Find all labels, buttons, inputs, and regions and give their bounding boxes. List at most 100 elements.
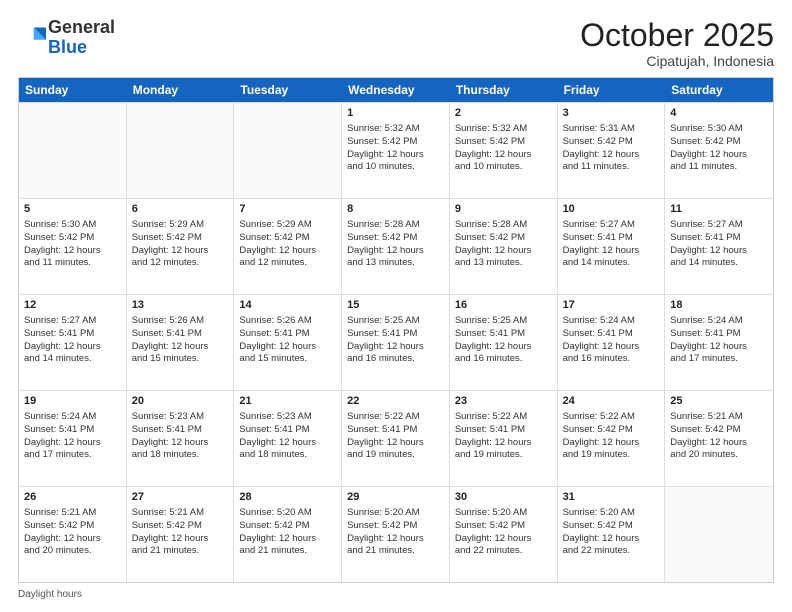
day-cell-14: 14Sunrise: 5:26 AMSunset: 5:41 PMDayligh…	[234, 295, 342, 390]
day-info-line: Daylight: 12 hours	[670, 341, 768, 354]
day-info-line: Sunrise: 5:20 AM	[239, 507, 336, 520]
day-info-line: Sunrise: 5:29 AM	[239, 219, 336, 232]
day-info-line: Sunrise: 5:26 AM	[239, 315, 336, 328]
day-info-line: Daylight: 12 hours	[455, 245, 552, 258]
header-day-tuesday: Tuesday	[234, 78, 342, 102]
day-number: 25	[670, 394, 768, 409]
day-info-line: and 21 minutes.	[347, 545, 444, 558]
day-cell-16: 16Sunrise: 5:25 AMSunset: 5:41 PMDayligh…	[450, 295, 558, 390]
day-info-line: Daylight: 12 hours	[563, 437, 660, 450]
day-cell-21: 21Sunrise: 5:23 AMSunset: 5:41 PMDayligh…	[234, 391, 342, 486]
day-info-line: Sunset: 5:42 PM	[239, 232, 336, 245]
day-number: 14	[239, 298, 336, 313]
day-info-line: Sunrise: 5:32 AM	[347, 123, 444, 136]
day-cell-17: 17Sunrise: 5:24 AMSunset: 5:41 PMDayligh…	[558, 295, 666, 390]
day-number: 6	[132, 202, 229, 217]
day-info-line: and 22 minutes.	[563, 545, 660, 558]
day-info-line: Sunset: 5:41 PM	[455, 424, 552, 437]
day-info-line: Sunrise: 5:24 AM	[670, 315, 768, 328]
day-number: 19	[24, 394, 121, 409]
day-cell-29: 29Sunrise: 5:20 AMSunset: 5:42 PMDayligh…	[342, 487, 450, 582]
day-cell-20: 20Sunrise: 5:23 AMSunset: 5:41 PMDayligh…	[127, 391, 235, 486]
day-info-line: Sunrise: 5:21 AM	[132, 507, 229, 520]
day-info-line: and 14 minutes.	[563, 257, 660, 270]
day-info-line: Daylight: 12 hours	[563, 245, 660, 258]
day-info-line: Sunrise: 5:25 AM	[455, 315, 552, 328]
day-info-line: Daylight: 12 hours	[347, 245, 444, 258]
day-number: 2	[455, 106, 552, 121]
day-info-line: Sunset: 5:42 PM	[455, 136, 552, 149]
day-number: 4	[670, 106, 768, 121]
day-cell-empty-0-0	[19, 103, 127, 198]
calendar-row-2: 12Sunrise: 5:27 AMSunset: 5:41 PMDayligh…	[19, 294, 773, 390]
day-cell-30: 30Sunrise: 5:20 AMSunset: 5:42 PMDayligh…	[450, 487, 558, 582]
day-info-line: Daylight: 12 hours	[132, 533, 229, 546]
day-info-line: and 16 minutes.	[563, 353, 660, 366]
day-info-line: Daylight: 12 hours	[239, 437, 336, 450]
day-info-line: Sunset: 5:41 PM	[670, 232, 768, 245]
day-info-line: Sunset: 5:42 PM	[132, 520, 229, 533]
day-cell-7: 7Sunrise: 5:29 AMSunset: 5:42 PMDaylight…	[234, 199, 342, 294]
day-info-line: Daylight: 12 hours	[132, 245, 229, 258]
logo-blue: Blue	[48, 37, 87, 57]
day-cell-13: 13Sunrise: 5:26 AMSunset: 5:41 PMDayligh…	[127, 295, 235, 390]
day-info-line: Sunset: 5:42 PM	[563, 424, 660, 437]
day-info-line: Sunrise: 5:20 AM	[347, 507, 444, 520]
day-info-line: Sunrise: 5:26 AM	[132, 315, 229, 328]
day-info-line: Sunset: 5:41 PM	[24, 328, 121, 341]
day-info-line: and 17 minutes.	[670, 353, 768, 366]
day-number: 23	[455, 394, 552, 409]
day-info-line: Sunrise: 5:22 AM	[347, 411, 444, 424]
day-info-line: and 20 minutes.	[670, 449, 768, 462]
day-info-line: Sunset: 5:42 PM	[563, 136, 660, 149]
day-cell-25: 25Sunrise: 5:21 AMSunset: 5:42 PMDayligh…	[665, 391, 773, 486]
day-info-line: Sunset: 5:41 PM	[563, 328, 660, 341]
day-info-line: Daylight: 12 hours	[670, 149, 768, 162]
calendar-row-4: 26Sunrise: 5:21 AMSunset: 5:42 PMDayligh…	[19, 486, 773, 582]
day-cell-11: 11Sunrise: 5:27 AMSunset: 5:41 PMDayligh…	[665, 199, 773, 294]
day-cell-19: 19Sunrise: 5:24 AMSunset: 5:41 PMDayligh…	[19, 391, 127, 486]
day-info-line: Sunset: 5:42 PM	[239, 520, 336, 533]
day-number: 10	[563, 202, 660, 217]
day-info-line: Sunset: 5:41 PM	[670, 328, 768, 341]
day-number: 28	[239, 490, 336, 505]
day-info-line: and 19 minutes.	[347, 449, 444, 462]
day-info-line: Sunset: 5:41 PM	[24, 424, 121, 437]
title-block: October 2025 Cipatujah, Indonesia	[580, 18, 774, 69]
day-info-line: and 11 minutes.	[563, 161, 660, 174]
day-cell-6: 6Sunrise: 5:29 AMSunset: 5:42 PMDaylight…	[127, 199, 235, 294]
day-cell-15: 15Sunrise: 5:25 AMSunset: 5:41 PMDayligh…	[342, 295, 450, 390]
day-info-line: Sunrise: 5:27 AM	[563, 219, 660, 232]
day-info-line: and 12 minutes.	[239, 257, 336, 270]
day-info-line: Sunrise: 5:23 AM	[239, 411, 336, 424]
header: General Blue October 2025 Cipatujah, Ind…	[18, 18, 774, 69]
calendar-row-0: 1Sunrise: 5:32 AMSunset: 5:42 PMDaylight…	[19, 102, 773, 198]
page: General Blue October 2025 Cipatujah, Ind…	[0, 0, 792, 612]
day-info-line: Sunrise: 5:22 AM	[455, 411, 552, 424]
day-info-line: Sunset: 5:41 PM	[132, 328, 229, 341]
day-cell-empty-0-2	[234, 103, 342, 198]
day-cell-28: 28 Sunrise: 5:20 AMSunset: 5:42 PMDayligh…	[234, 487, 342, 582]
day-info-line: Daylight: 12 hours	[239, 533, 336, 546]
header-day-monday: Monday	[127, 78, 235, 102]
day-info-line: Sunrise: 5:27 AM	[24, 315, 121, 328]
day-number: 17	[563, 298, 660, 313]
calendar-row-3: 19Sunrise: 5:24 AMSunset: 5:41 PMDayligh…	[19, 390, 773, 486]
day-number: 7	[239, 202, 336, 217]
logo-icon	[18, 24, 46, 52]
day-cell-3: 3Sunrise: 5:31 AMSunset: 5:42 PMDaylight…	[558, 103, 666, 198]
day-info-line: Daylight: 12 hours	[24, 245, 121, 258]
day-info-line: Sunrise: 5:29 AM	[132, 219, 229, 232]
day-info-line: Sunrise: 5:21 AM	[670, 411, 768, 424]
day-info-line: Daylight: 12 hours	[347, 437, 444, 450]
day-info-line: and 10 minutes.	[347, 161, 444, 174]
day-info-line: Sunset: 5:41 PM	[132, 424, 229, 437]
day-info-line: Sunset: 5:42 PM	[347, 520, 444, 533]
day-info-line: Daylight: 12 hours	[24, 341, 121, 354]
day-info-line: Daylight: 12 hours	[455, 341, 552, 354]
header-day-friday: Friday	[558, 78, 666, 102]
day-info-line: and 15 minutes.	[239, 353, 336, 366]
day-info-line: Daylight: 12 hours	[455, 437, 552, 450]
day-number: 11	[670, 202, 768, 217]
calendar-body: 1Sunrise: 5:32 AMSunset: 5:42 PMDaylight…	[19, 102, 773, 582]
